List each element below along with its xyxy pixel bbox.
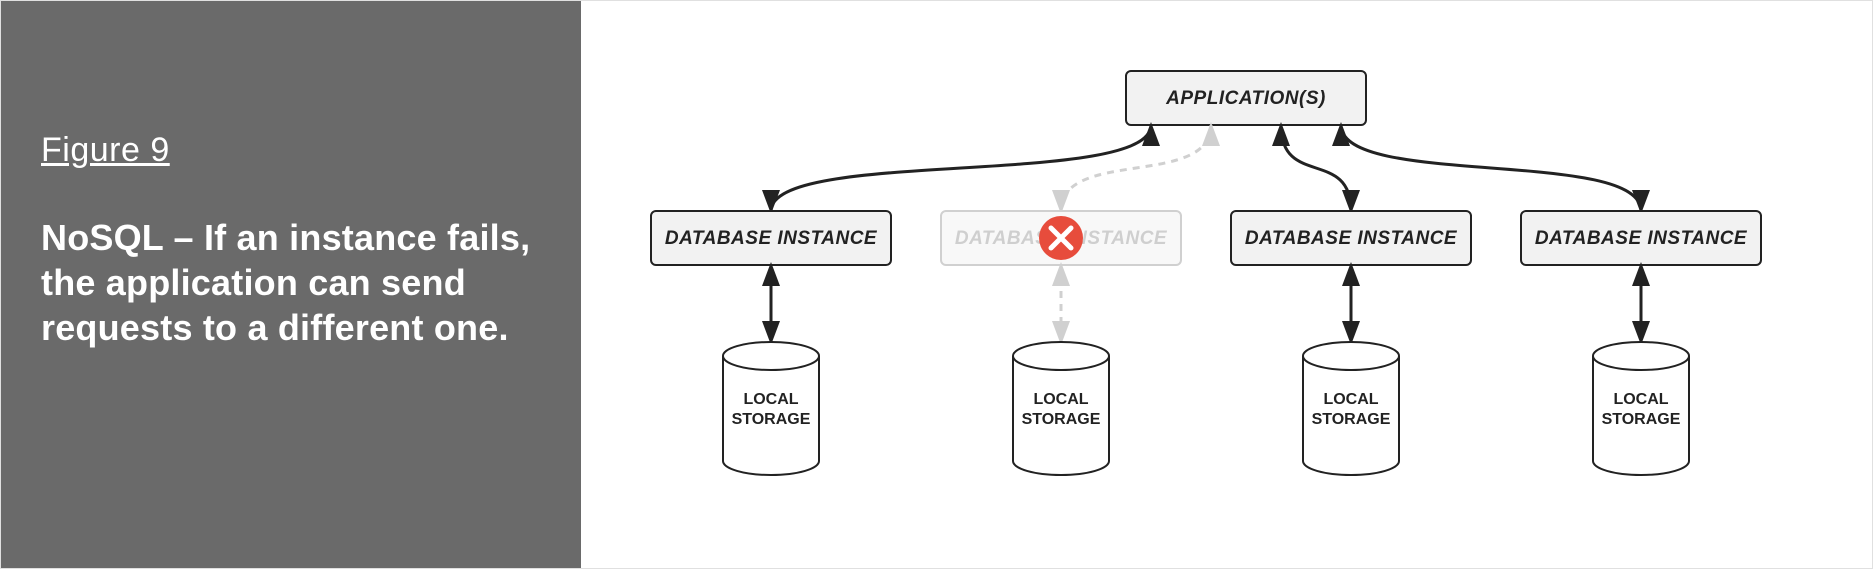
storage-label-line2-2: STORAGE xyxy=(1022,411,1101,428)
caption-panel: Figure 9 NoSQL – If an instance fails, t… xyxy=(1,1,581,568)
figure-caption: NoSQL – If an instance fails, the applic… xyxy=(41,215,541,350)
connector-app-to-db-1 xyxy=(771,125,1151,211)
storage-label-line2-4: STORAGE xyxy=(1602,411,1681,428)
application-label: APPLICATION(S) xyxy=(1165,88,1326,109)
database-instance-label-4: DATABASE INSTANCE xyxy=(1535,228,1748,249)
figure-frame: Figure 9 NoSQL – If an instance fails, t… xyxy=(0,0,1873,569)
storage-label-line1-2: LOCAL xyxy=(1033,391,1088,408)
connector-app-to-db-2 xyxy=(1061,125,1211,211)
diagram-panel: APPLICATION(S) DATABASE INSTANCE LOCAL STOR… xyxy=(581,1,1872,568)
connector-app-to-db-4 xyxy=(1341,125,1641,211)
architecture-diagram: APPLICATION(S) DATABASE INSTANCE LOCAL STOR… xyxy=(581,1,1871,568)
database-instance-label-3: DATABASE INSTANCE xyxy=(1245,228,1458,249)
storage-label-line1-1: LOCAL xyxy=(743,391,798,408)
figure-number: Figure 9 xyxy=(41,131,541,170)
storage-label-line2-1: STORAGE xyxy=(732,411,811,428)
connector-app-to-db-3 xyxy=(1281,125,1351,211)
storage-label-line1-3: LOCAL xyxy=(1323,391,1378,408)
database-instance-label-1: DATABASE INSTANCE xyxy=(665,228,878,249)
storage-label-line1-4: LOCAL xyxy=(1613,391,1668,408)
storage-label-line2-3: STORAGE xyxy=(1312,411,1391,428)
